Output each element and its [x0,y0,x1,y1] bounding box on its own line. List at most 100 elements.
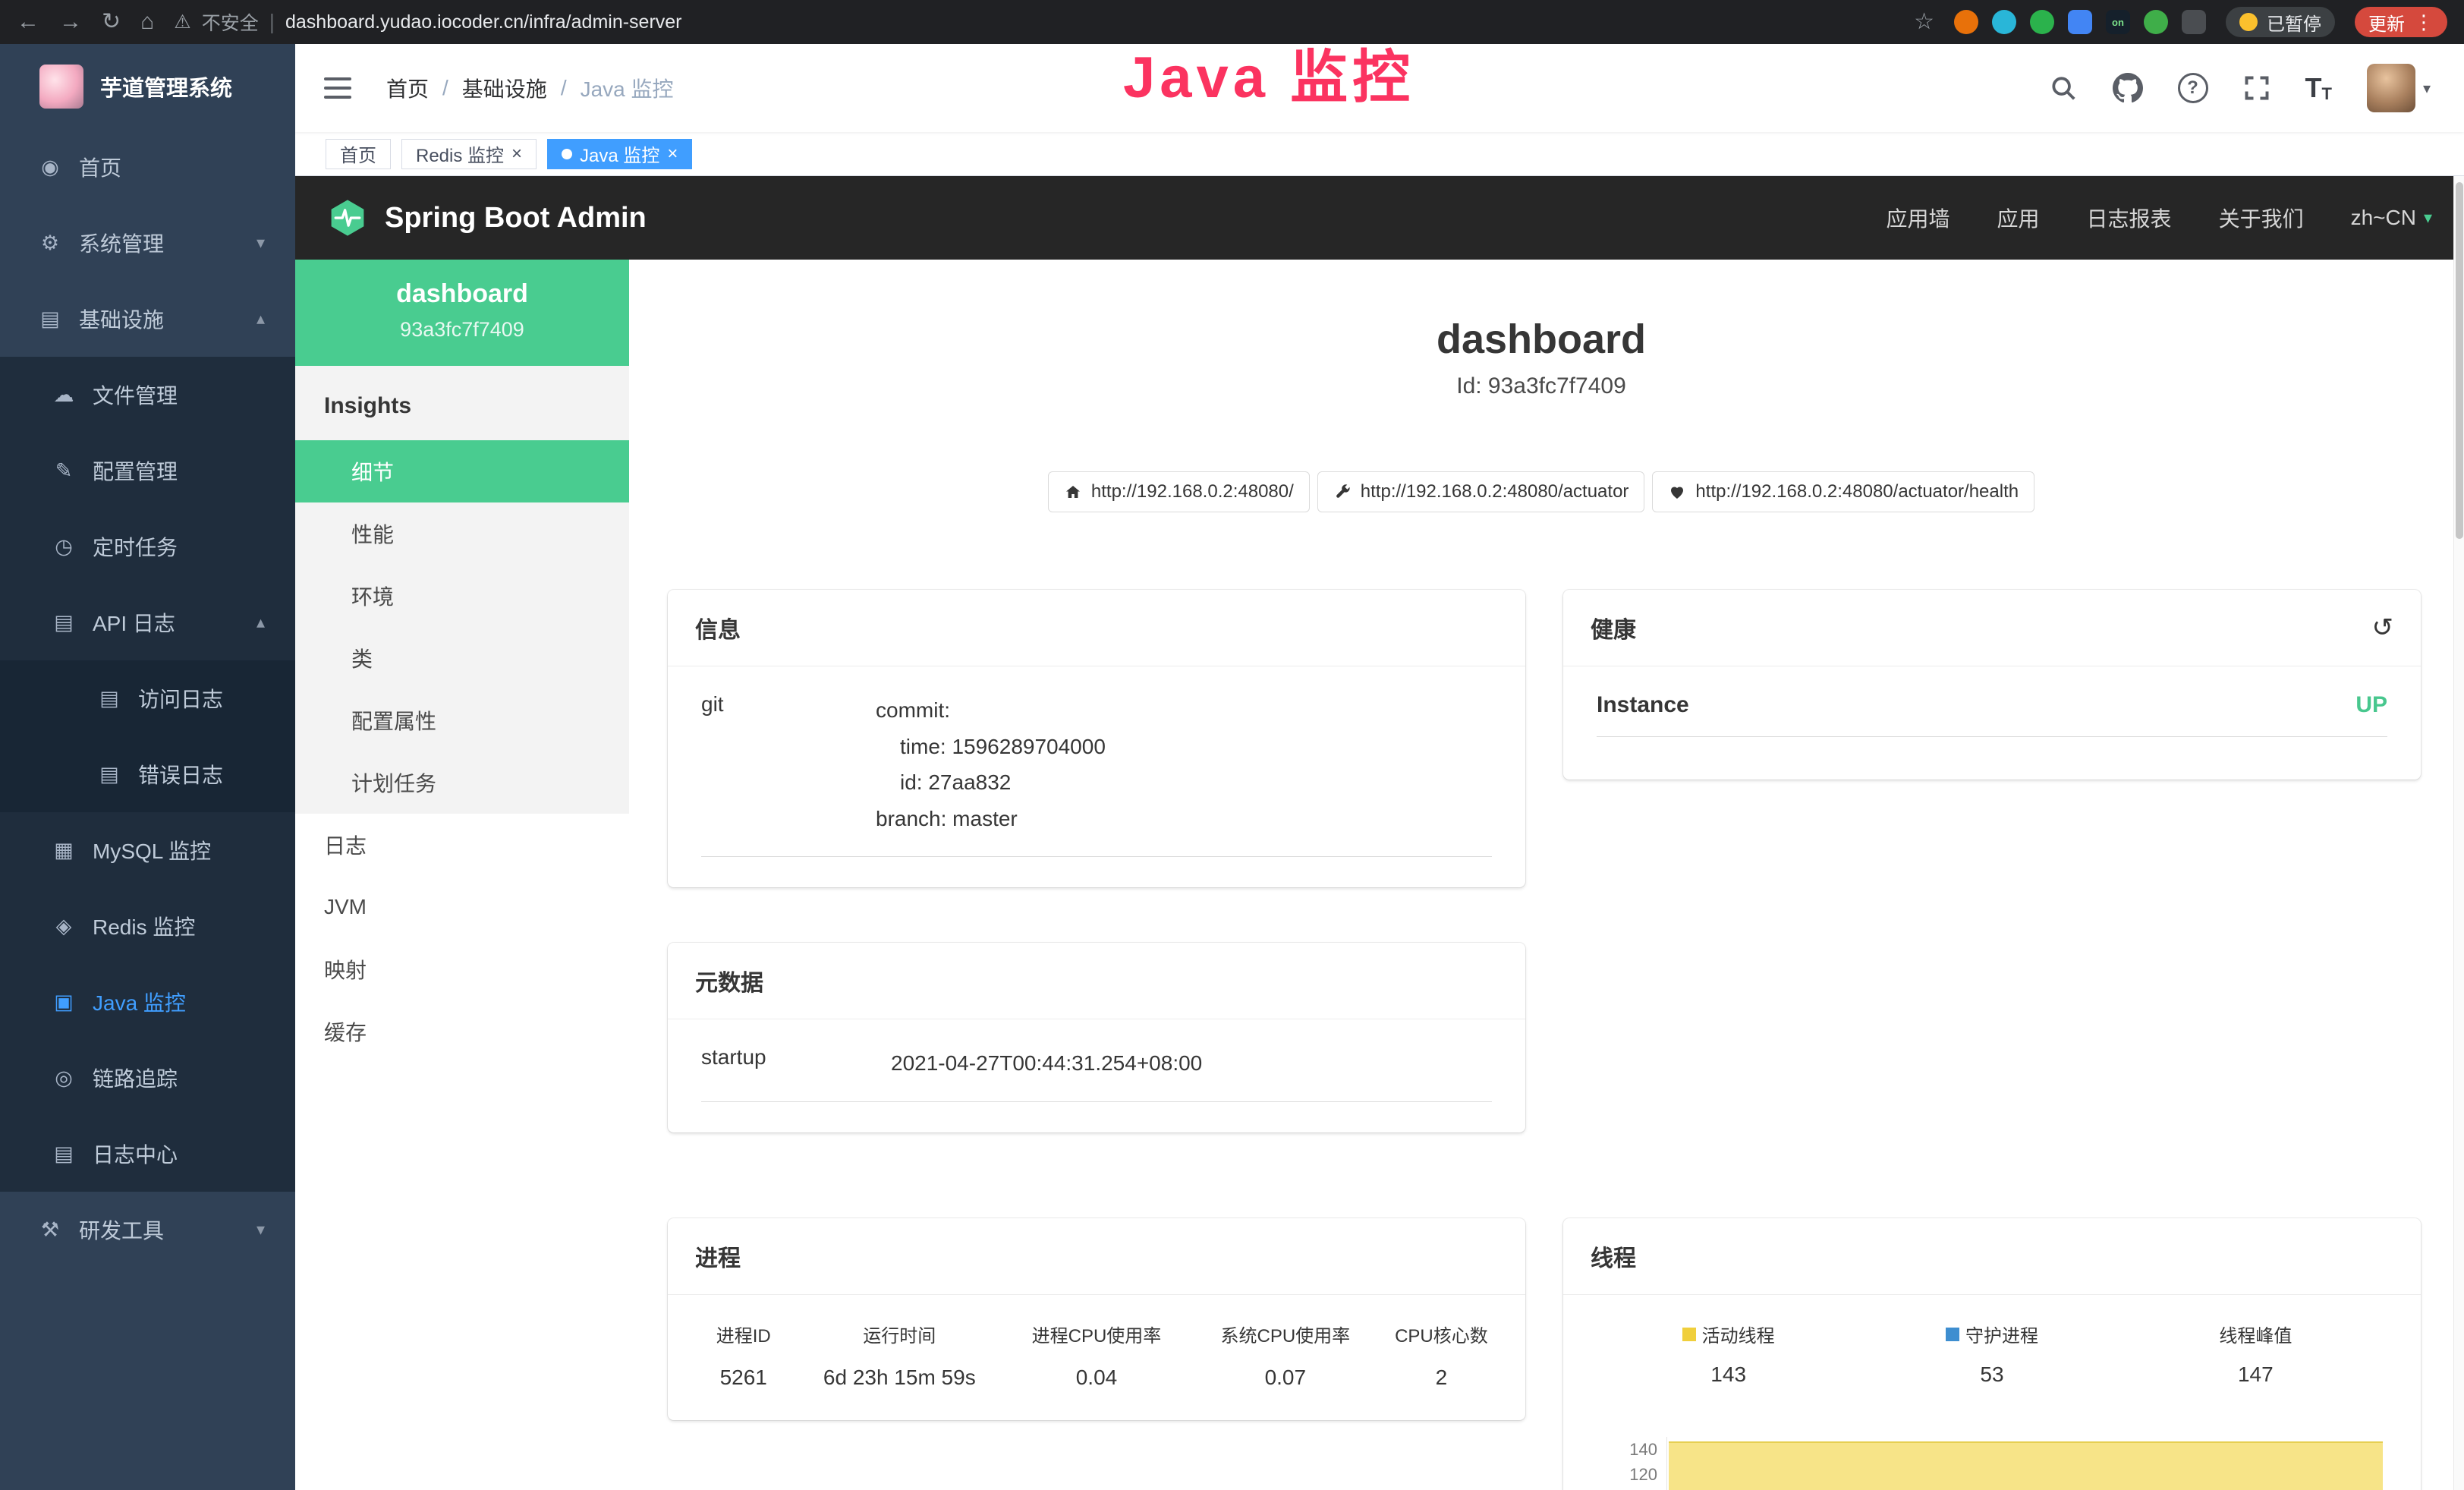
fullscreen-icon[interactable] [2243,74,2270,102]
sidebar-item-access-logs[interactable]: ▤ 访问日志 [0,660,295,736]
metadata-card: 元数据 startup 2021-04-27T00:44:31.254+08:0… [668,943,1525,1132]
sidebar-item-system-management[interactable]: ⚙ 系统管理 ▾ [0,205,295,281]
nav-application-wall[interactable]: 应用墙 [1887,203,1950,233]
app-logo[interactable]: 芋道管理系统 [0,44,295,129]
sba-menu-logs[interactable]: 日志 [295,814,629,876]
legend-swatch-blue [1946,1328,1959,1341]
tab-java-monitor[interactable]: Java 监控 × [547,139,692,169]
log-icon: ▤ [50,1142,77,1166]
extension-icon-1[interactable] [1954,10,1978,34]
redis-icon: ◈ [50,915,77,938]
instance-id: 93a3fc7f7409 [295,318,629,342]
sidebar-item-config-management[interactable]: ✎ 配置管理 [0,433,295,509]
tab-label: Redis 监控 [416,140,504,167]
sidebar-item-infrastructure[interactable]: ▤ 基础设施 ▴ [0,281,295,357]
update-button[interactable]: 更新 ⋮ [2355,7,2447,37]
breadcrumb-home[interactable]: 首页 [386,73,429,103]
sba-menu-classes[interactable]: 类 [295,627,629,689]
endpoint-root-link[interactable]: http://192.168.0.2:48080/ [1048,471,1310,512]
font-size-icon[interactable]: TT [2305,72,2332,104]
extension-icon-4[interactable] [2068,10,2092,34]
legend-live-threads: 活动线程 143 [1597,1321,1860,1387]
extension-icon-3[interactable] [2030,10,2054,34]
scrollbar-track[interactable] [2453,176,2464,1490]
sba-menu-mappings[interactable]: 映射 [295,938,629,1000]
bookmark-star-icon[interactable]: ☆ [1914,11,1934,33]
chrome-menu-icon[interactable]: ⋮ [2414,11,2434,34]
paused-pill[interactable]: 已暂停 [2226,7,2335,37]
breadcrumb-infrastructure[interactable]: 基础设施 [462,73,547,103]
sba-brand[interactable]: Spring Boot Admin [385,202,647,235]
extensions-puzzle-icon[interactable] [2182,10,2206,34]
github-icon[interactable] [2113,73,2143,103]
close-icon[interactable]: × [667,145,678,163]
metadata-value: 2021-04-27T00:44:31.254+08:00 [891,1045,1202,1082]
home-icon[interactable]: ⌂ [140,11,154,33]
app-title: 芋道管理系统 [100,71,232,102]
sba-menu-performance[interactable]: 性能 [295,502,629,565]
user-avatar[interactable]: ▾ [2367,64,2431,112]
endpoint-health-link[interactable]: http://192.168.0.2:48080/actuator/health [1652,471,2034,512]
health-card: 健康 ↺ Instance UP [1563,590,2421,780]
instance-header[interactable]: dashboard 93a3fc7f7409 [295,260,629,366]
card-title: 线程 [1563,1218,2421,1295]
process-id-value: 5261 [686,1366,801,1390]
wrench-icon [1333,483,1352,501]
sidebar-item-label: 研发工具 [79,1214,164,1245]
sba-menu-jvm[interactable]: JVM [295,876,629,938]
card-title: 健康 [1591,611,1636,644]
trace-icon: ◎ [50,1066,77,1090]
tab-redis-monitor[interactable]: Redis 监控 × [401,139,537,169]
extension-icon-2[interactable] [1992,10,2016,34]
search-icon[interactable] [2049,74,2078,102]
threads-legend: 活动线程 143 守护进程 53 线程峰值 147 [1597,1321,2387,1387]
scrollbar-thumb[interactable] [2456,182,2463,539]
threads-chart: 140 120 100 [1597,1437,2387,1490]
help-icon[interactable]: ? [2178,73,2208,103]
sidebar-item-home[interactable]: ◉ 首页 [0,129,295,205]
sba-menu-scheduled-tasks[interactable]: 计划任务 [295,751,629,814]
close-icon[interactable]: × [511,145,522,163]
card-title: 进程 [668,1218,1525,1295]
sidebar-item-api-logs[interactable]: ▤ API 日志 ▴ [0,584,295,660]
sidebar-item-label: 系统管理 [79,228,164,258]
paused-label: 已暂停 [2267,9,2321,36]
sidebar-item-error-logs[interactable]: ▤ 错误日志 [0,736,295,812]
sidebar-item-label: MySQL 监控 [93,835,211,865]
cpu-cores-value: 2 [1376,1366,1507,1390]
sidebar-item-java-monitor[interactable]: ▣ Java 监控 [0,964,295,1040]
tab-label: Java 监控 [580,140,659,167]
breadcrumb-separator: / [442,76,448,100]
url-text[interactable]: dashboard.yudao.iocoder.cn/infra/admin-s… [285,11,682,33]
sidebar-item-label: API 日志 [93,607,175,638]
language-selector[interactable]: zh~CN ▾ [2351,206,2432,230]
reload-icon[interactable]: ↻ [102,11,121,33]
sba-menu-config-props[interactable]: 配置属性 [295,689,629,751]
sba-menu-environment[interactable]: 环境 [295,565,629,627]
divider: | [269,10,275,34]
extension-icon-5[interactable]: on [2106,10,2130,34]
sidebar-item-dev-tools[interactable]: ⚒ 研发工具 ▾ [0,1192,295,1268]
sidebar-item-log-center[interactable]: ▤ 日志中心 [0,1116,295,1192]
history-icon[interactable]: ↺ [2372,613,2394,643]
nav-journal[interactable]: 日志报表 [2087,203,2172,233]
tab-home[interactable]: 首页 [326,139,391,169]
sidebar-item-mysql-monitor[interactable]: ▦ MySQL 监控 [0,812,295,888]
sidebar-item-redis-monitor[interactable]: ◈ Redis 监控 [0,888,295,964]
sba-menu-details[interactable]: 细节 [295,440,629,502]
back-icon[interactable]: ← [17,11,39,33]
extension-icon-6[interactable] [2144,10,2168,34]
sidebar-item-file-management[interactable]: ☁ 文件管理 [0,357,295,433]
sidebar-item-scheduled-tasks[interactable]: ◷ 定时任务 [0,509,295,584]
address-bar[interactable]: ⚠ 不安全 | dashboard.yudao.iocoder.cn/infra… [174,8,681,36]
nav-applications[interactable]: 应用 [1997,203,2040,233]
forward-icon[interactable]: → [59,11,82,33]
log-icon: ▤ [96,687,123,710]
nav-about[interactable]: 关于我们 [2219,203,2304,233]
card-title: 元数据 [668,943,1525,1019]
hamburger-icon[interactable] [324,77,351,99]
endpoint-actuator-link[interactable]: http://192.168.0.2:48080/actuator [1317,471,1645,512]
sidebar-item-tracing[interactable]: ◎ 链路追踪 [0,1040,295,1116]
sba-menu-caches[interactable]: 缓存 [295,1000,629,1063]
sba-main: dashboard Id: 93a3fc7f7409 http://192.16… [629,260,2453,1490]
